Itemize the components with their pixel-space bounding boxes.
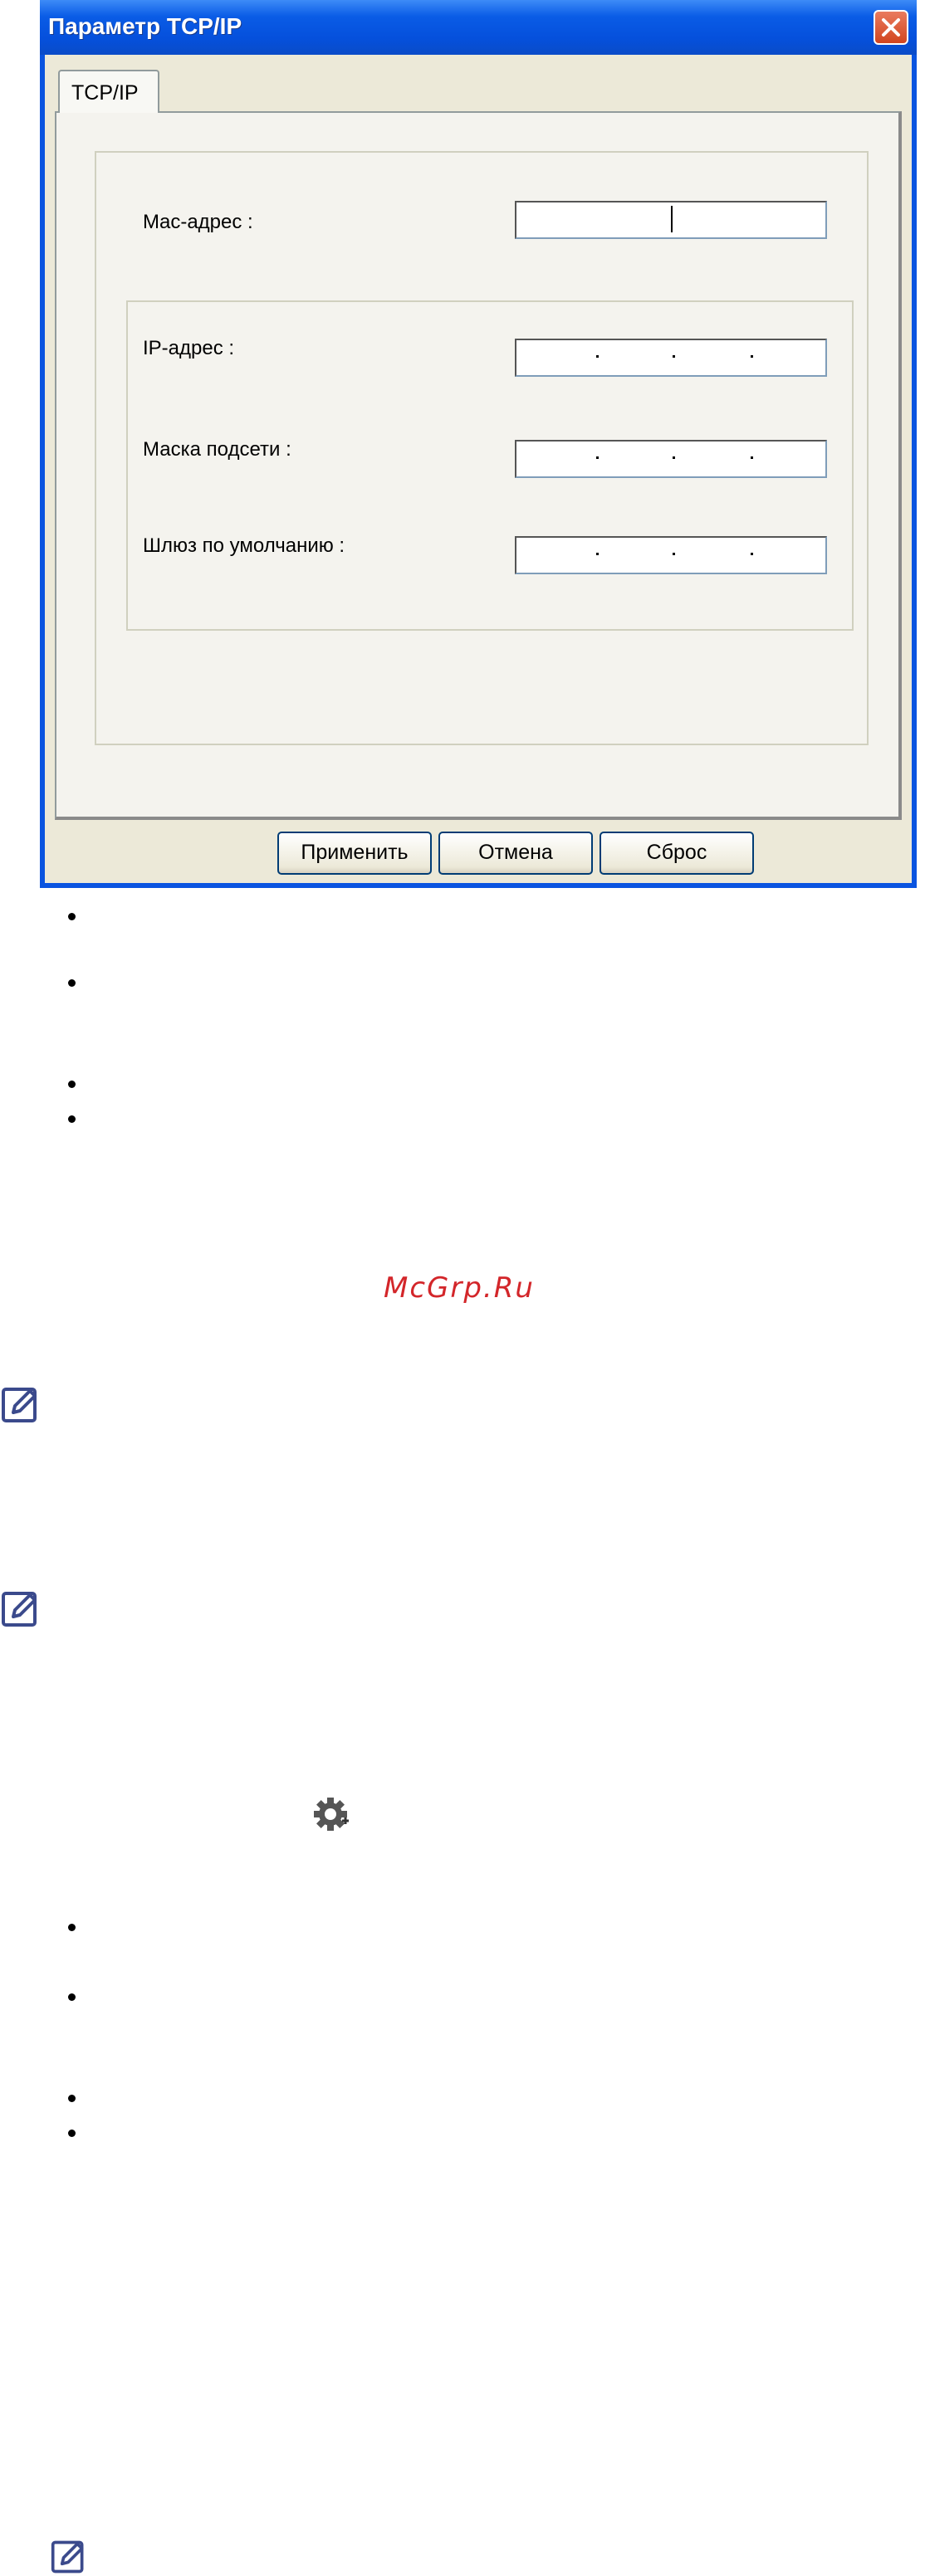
close-icon	[882, 18, 900, 37]
default-gateway-field[interactable]	[515, 536, 827, 574]
tcpip-dialog-window: Параметр TCP/IP TCP/IP Mac-адрес : IP-ад…	[40, 0, 917, 888]
cancel-button[interactable]: Отмена	[438, 832, 593, 875]
subnet-mask-field[interactable]	[515, 440, 827, 478]
note-icon	[2, 1388, 37, 1422]
note-icon	[51, 2540, 84, 2574]
list-bullet	[68, 913, 76, 920]
list-bullet	[68, 979, 76, 987]
list-bullet	[68, 1081, 76, 1088]
mac-address-field[interactable]	[515, 201, 827, 239]
ip-address-label: IP-адрес :	[143, 337, 235, 359]
list-bullet	[68, 2095, 76, 2102]
gear-icon	[314, 1798, 349, 1831]
dialog-title: Параметр TCP/IP	[48, 13, 242, 39]
title-bar[interactable]: Параметр TCP/IP	[40, 0, 917, 55]
dialog-client-area: TCP/IP Mac-адрес : IP-адрес : Маска подс…	[45, 55, 912, 883]
subnet-mask-label: Маска подсети :	[143, 438, 291, 461]
tab-panel: Mac-адрес : IP-адрес : Маска подсети : Ш…	[55, 111, 902, 820]
apply-button[interactable]: Применить	[277, 832, 432, 875]
list-bullet	[68, 2130, 76, 2137]
reset-button[interactable]: Сброс	[600, 832, 754, 875]
list-bullet	[68, 1115, 76, 1123]
watermark: McGrp.Ru	[384, 1271, 535, 1305]
ip-address-field[interactable]	[515, 339, 827, 377]
mac-address-label: Mac-адрес :	[143, 211, 253, 233]
tab-tcpip[interactable]: TCP/IP	[58, 70, 159, 113]
note-icon	[2, 1592, 37, 1627]
close-button[interactable]	[874, 10, 908, 45]
text-caret	[671, 206, 673, 232]
default-gateway-label: Шлюз по умолчанию :	[143, 534, 345, 557]
tab-tcpip-label: TCP/IP	[71, 81, 139, 105]
list-bullet	[68, 1924, 76, 1931]
list-bullet	[68, 1993, 76, 2001]
